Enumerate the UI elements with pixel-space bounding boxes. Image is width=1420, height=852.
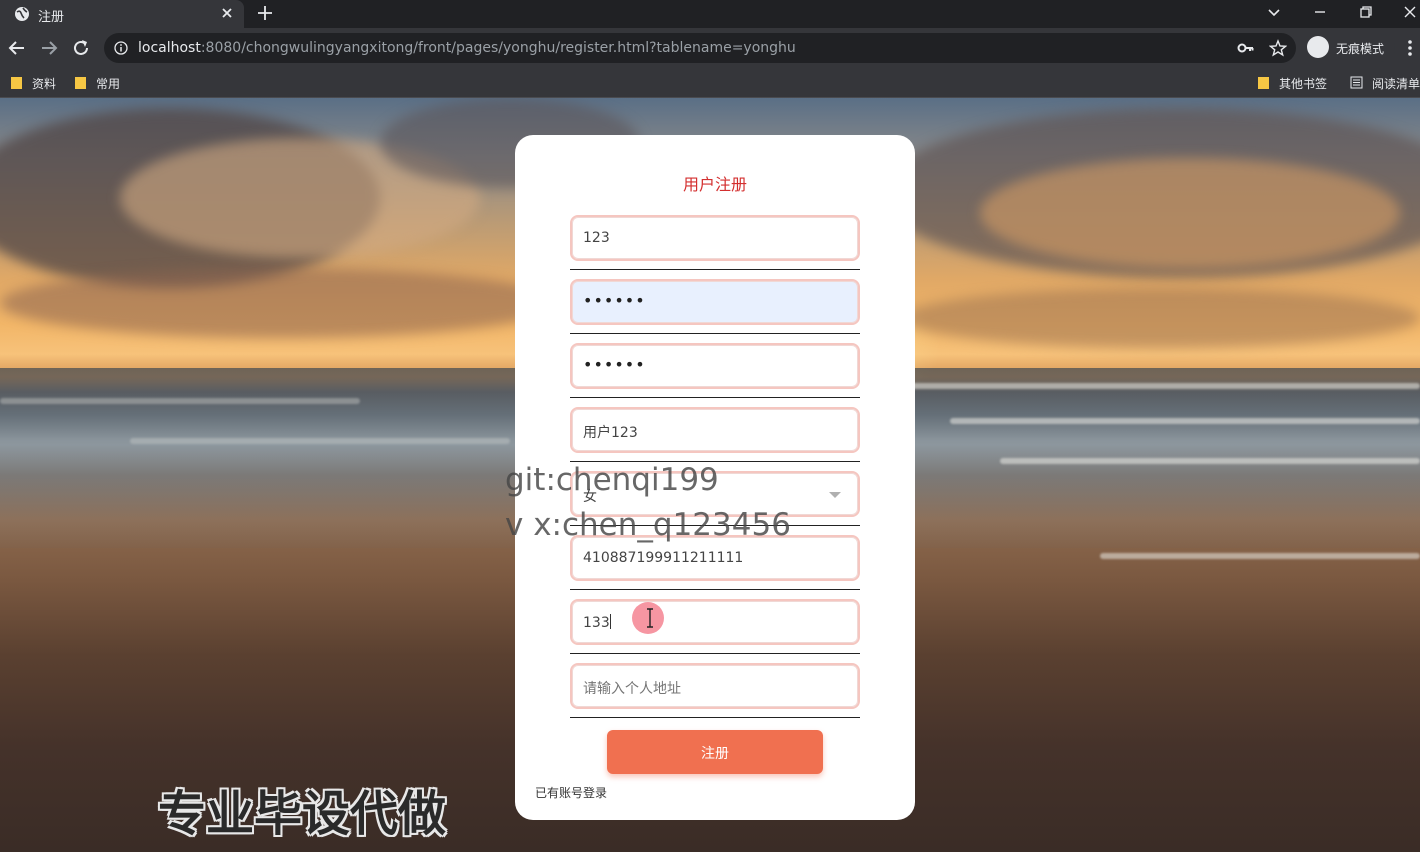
- field-divider: [570, 397, 860, 398]
- address-bar[interactable]: localhost:8080/chongwulingyangxitong/fro…: [104, 33, 1296, 63]
- bookmarks-bar: 资料 常用 其他书签 阅读清单: [0, 68, 1420, 98]
- watermark-git: git:chenqi199: [505, 462, 719, 498]
- text-cursor: [609, 614, 611, 629]
- field-divider: [570, 333, 860, 334]
- watermark-wechat: v x:chen_q123456: [505, 507, 791, 543]
- field-divider: [570, 653, 860, 654]
- tab-search-chevron-icon[interactable]: [1264, 2, 1284, 22]
- new-tab-icon[interactable]: [255, 3, 275, 23]
- promo-banner: 专业毕设代做: [158, 786, 447, 842]
- dropdown-arrow-icon[interactable]: [829, 492, 841, 498]
- page-title: 用户注册: [682, 175, 747, 194]
- key-icon[interactable]: [1237, 39, 1255, 57]
- username-input[interactable]: 用户123: [570, 407, 860, 453]
- globe-icon: [15, 7, 29, 21]
- reading-list-icon: [1350, 76, 1363, 89]
- folder-icon: [1258, 77, 1269, 89]
- field-divider: [570, 717, 860, 718]
- browser-toolbar: localhost:8080/chongwulingyangxitong/fro…: [0, 28, 1420, 68]
- phone-input[interactable]: 133: [570, 599, 860, 645]
- incognito-indicator[interactable]: 无痕模式: [1305, 34, 1395, 62]
- close-window-icon[interactable]: [1400, 2, 1420, 22]
- account-input[interactable]: 123: [570, 215, 860, 261]
- field-divider: [570, 589, 860, 590]
- restore-icon[interactable]: [1356, 2, 1376, 22]
- field-divider: [570, 269, 860, 270]
- register-button[interactable]: 注册: [607, 730, 823, 774]
- active-tab[interactable]: 注册: [0, 0, 244, 28]
- back-arrow-icon[interactable]: [6, 37, 28, 59]
- incognito-icon: [1307, 36, 1329, 58]
- folder-icon: [75, 77, 86, 89]
- address-input[interactable]: 请输入个人地址: [570, 663, 860, 709]
- tab-strip: 注册: [0, 0, 1420, 28]
- login-link[interactable]: 已有账号登录: [535, 784, 607, 801]
- minimize-icon[interactable]: [1310, 2, 1330, 22]
- text-cursor-pointer-icon: [647, 608, 653, 628]
- browser-menu-icon[interactable]: [1404, 38, 1416, 58]
- confirm-password-input[interactable]: ••••••: [570, 343, 860, 389]
- folder-icon: [11, 77, 22, 89]
- page-viewport: 用户注册 123 •••••• •••••• 用户123 女 410887199…: [0, 98, 1420, 852]
- url-text[interactable]: localhost:8080/chongwulingyangxitong/fro…: [138, 40, 796, 56]
- site-info-icon[interactable]: [114, 41, 128, 55]
- incognito-label: 无痕模式: [1336, 42, 1385, 56]
- forward-arrow-icon[interactable]: [38, 37, 60, 59]
- star-bookmark-icon[interactable]: [1269, 39, 1287, 57]
- password-input[interactable]: ••••••: [570, 279, 860, 325]
- reading-list[interactable]: 阅读清单: [1350, 74, 1420, 92]
- close-tab-icon[interactable]: [218, 4, 236, 22]
- tab-title: 注册: [38, 10, 65, 25]
- reload-icon[interactable]: [70, 37, 92, 59]
